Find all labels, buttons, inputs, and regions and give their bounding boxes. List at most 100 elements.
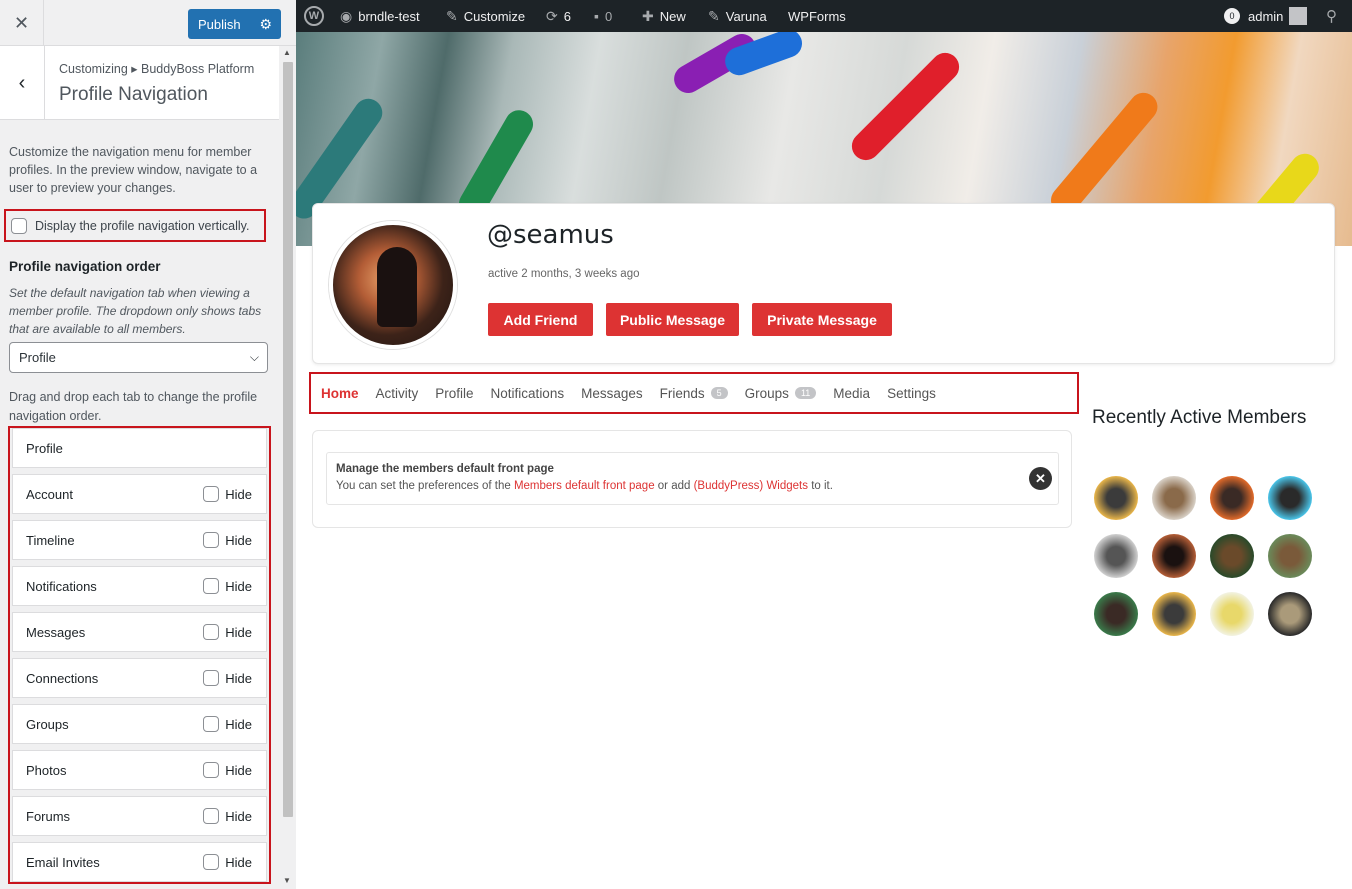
member-avatar[interactable]	[1210, 534, 1254, 578]
member-avatar[interactable]	[1094, 534, 1138, 578]
site-link[interactable]: ◉ brndle-test	[340, 0, 420, 32]
hide-toggle[interactable]: Hide	[203, 624, 252, 640]
member-avatar[interactable]	[1152, 592, 1196, 636]
nav-item-media[interactable]: Media	[833, 386, 870, 401]
tab-row[interactable]: Profile	[12, 428, 267, 468]
tab-row[interactable]: Messages Hide	[12, 612, 267, 652]
sidebar-scrollbar[interactable]: ▲ ▼	[280, 46, 296, 889]
private-message-button[interactable]: Private Message	[752, 303, 892, 336]
member-avatar[interactable]	[1268, 592, 1312, 636]
site-preview: @seamus active 2 months, 3 weeks ago Add…	[296, 32, 1352, 889]
updates-link[interactable]: ⟳ 6	[546, 0, 571, 32]
nav-item-profile[interactable]: Profile	[435, 386, 473, 401]
nav-label: Media	[833, 385, 871, 401]
hide-checkbox[interactable]	[203, 532, 220, 548]
member-avatar[interactable]	[1152, 534, 1196, 578]
tab-row[interactable]: Notifications Hide	[12, 566, 267, 606]
gear-icon[interactable]: ⚙	[259, 16, 272, 33]
hide-checkbox[interactable]	[203, 670, 220, 686]
profile-handle: @seamus	[487, 220, 614, 250]
add-friend-button[interactable]: Add Friend	[488, 303, 593, 336]
public-message-button[interactable]: Public Message	[606, 303, 739, 336]
hide-checkbox[interactable]	[203, 854, 220, 870]
nav-item-activity[interactable]: Activity	[376, 386, 419, 401]
hide-toggle[interactable]: Hide	[203, 716, 252, 732]
comments-link[interactable]: ▪ 0	[594, 0, 612, 32]
hide-toggle[interactable]: Hide	[203, 532, 252, 548]
tab-row[interactable]: Timeline Hide	[12, 520, 267, 560]
hide-checkbox[interactable]	[203, 624, 220, 640]
theme-link[interactable]: ✎ Varuna	[708, 0, 767, 32]
tab-row[interactable]: Forums Hide	[12, 796, 267, 836]
tab-row[interactable]: Connections Hide	[12, 658, 267, 698]
widgets-link[interactable]: (BuddyPress) Widgets	[694, 480, 808, 492]
updates-count: 6	[563, 8, 571, 24]
hide-toggle[interactable]: Hide	[203, 486, 252, 502]
member-avatar[interactable]	[1210, 476, 1254, 520]
member-avatar[interactable]	[1268, 476, 1312, 520]
nav-item-friends[interactable]: Friends 5	[660, 386, 728, 401]
scrollbar-thumb[interactable]	[283, 62, 293, 817]
profile-avatar[interactable]	[329, 221, 457, 349]
scroll-up-icon[interactable]: ▲	[283, 48, 291, 57]
hide-toggle[interactable]: Hide	[203, 762, 252, 778]
count-badge: 11	[794, 387, 817, 399]
nav-item-messages[interactable]: Messages	[581, 386, 643, 401]
drag-help: Drag and drop each tab to change the pro…	[9, 390, 258, 423]
last-active: active 2 months, 3 weeks ago	[488, 268, 640, 280]
notice-title: Manage the members default front page	[336, 463, 554, 475]
customize-link[interactable]: ✎ Customize	[446, 0, 525, 32]
vertical-nav-checkbox[interactable]	[11, 217, 27, 234]
nav-item-home[interactable]: Home	[321, 386, 359, 401]
back-arrow-icon[interactable]: ‹	[0, 46, 45, 120]
hide-checkbox[interactable]	[203, 486, 220, 502]
close-icon[interactable]: ✕	[0, 0, 44, 46]
wordpress-logo-icon[interactable]: W	[304, 0, 324, 32]
default-tab-value: Profile	[19, 350, 56, 365]
member-avatar[interactable]	[1094, 476, 1138, 520]
hide-label: Hide	[225, 578, 252, 594]
order-title: Profile navigation order	[9, 259, 161, 274]
hide-checkbox[interactable]	[203, 578, 220, 594]
tab-row[interactable]: Email Invites Hide	[12, 842, 267, 882]
comment-icon: ▪	[594, 8, 599, 24]
vertical-nav-option[interactable]: Display the profile navigation verticall…	[4, 209, 266, 242]
member-avatar[interactable]	[1152, 476, 1196, 520]
default-tab-select[interactable]: Profile ⌵	[9, 342, 268, 373]
nav-item-groups[interactable]: Groups 11	[745, 386, 817, 401]
publish-label: Publish	[198, 16, 241, 32]
member-avatar[interactable]	[1210, 592, 1254, 636]
hide-checkbox[interactable]	[203, 762, 220, 778]
member-avatar[interactable]	[1268, 534, 1312, 578]
members-front-page-link[interactable]: Members default front page	[514, 480, 655, 492]
nav-label: Messages	[581, 385, 643, 401]
hide-checkbox[interactable]	[203, 716, 220, 732]
nav-item-notifications[interactable]: Notifications	[491, 386, 565, 401]
hide-label: Hide	[225, 762, 252, 778]
nav-item-settings[interactable]: Settings	[887, 386, 936, 401]
hide-toggle[interactable]: Hide	[203, 670, 252, 686]
hide-checkbox[interactable]	[203, 808, 220, 824]
tab-row-label: Account	[26, 486, 73, 502]
hide-toggle[interactable]: Hide	[203, 578, 252, 594]
new-link[interactable]: ✚ New	[642, 0, 686, 32]
tab-row[interactable]: Account Hide	[12, 474, 267, 514]
plus-icon: ✚	[642, 7, 654, 24]
tab-row-label: Profile	[26, 440, 63, 456]
publish-button[interactable]: Publish ⚙	[188, 9, 281, 39]
scroll-down-icon[interactable]: ▼	[283, 876, 291, 885]
site-name: brndle-test	[358, 8, 420, 24]
tab-row[interactable]: Photos Hide	[12, 750, 267, 790]
tab-row[interactable]: Groups Hide	[12, 704, 267, 744]
member-avatar[interactable]	[1094, 592, 1138, 636]
customizer-header: ✕ Publish ⚙	[0, 0, 296, 46]
hide-toggle[interactable]: Hide	[203, 808, 252, 824]
notifications-link[interactable]: 0 admin	[1224, 0, 1308, 32]
wpforms-link[interactable]: WPForms	[788, 0, 846, 32]
search-icon[interactable]: ⚲	[1326, 0, 1337, 32]
comments-count: 0	[604, 8, 613, 24]
nav-label: Settings	[887, 385, 936, 401]
admin-bar: W ◉ brndle-test ✎ Customize ⟳ 6 ▪ 0 ✚ New ✎ Va…	[296, 0, 1352, 32]
close-icon[interactable]: ✕	[1029, 467, 1052, 490]
hide-toggle[interactable]: Hide	[203, 854, 252, 870]
